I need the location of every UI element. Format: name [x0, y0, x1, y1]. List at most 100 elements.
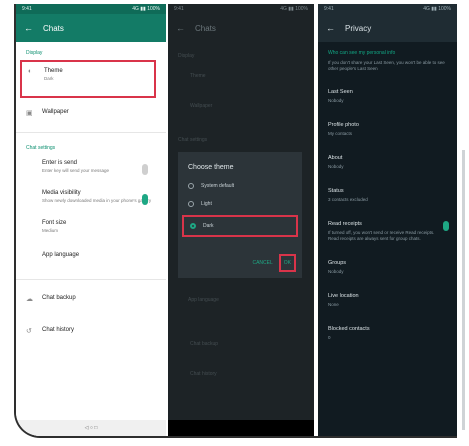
item-value: 3 contacts excluded	[328, 197, 368, 202]
chat-history-label: Chat history	[42, 327, 75, 333]
chat-backup-label: Chat backup	[42, 295, 76, 301]
radio-selected-icon	[190, 223, 196, 229]
page-title: Chats	[43, 23, 64, 33]
font-size-setting[interactable]: Font size Medium	[16, 215, 166, 239]
read-receipts-toggle[interactable]	[443, 221, 449, 231]
scrollbar[interactable]	[462, 150, 465, 430]
item-value: 0	[328, 335, 331, 340]
theme-option-dark[interactable]: Dark	[182, 215, 298, 237]
radio-icon	[188, 201, 194, 207]
cloud-icon: ☁	[26, 296, 33, 303]
dim-row: Theme	[190, 73, 206, 79]
cancel-button[interactable]: CANCEL	[252, 260, 272, 266]
theme-option-system-default[interactable]: System default	[178, 177, 302, 195]
screenshot-frame: 9:41 4G ▮▮ 100% ← Chats Display ◐ Theme …	[14, 4, 457, 438]
item-label: Live location	[328, 293, 359, 299]
section-chat-settings: Chat settings	[26, 145, 56, 151]
wallpaper-setting[interactable]: ▣ Wallpaper	[16, 104, 166, 122]
enter-is-send-label: Enter is send	[42, 160, 78, 166]
status-icons: 4G ▮▮ 100%	[280, 6, 308, 12]
navigation-bar[interactable]	[168, 420, 314, 436]
status-icons: 4G ▮▮ 100%	[132, 6, 160, 12]
privacy-item-profile-photo[interactable]: Profile photo My contacts	[318, 113, 457, 146]
status-time: 9:41	[174, 6, 184, 12]
media-visibility-desc: Show newly downloaded media in your phon…	[42, 198, 152, 203]
page-title: Privacy	[345, 23, 372, 33]
privacy-section-header: Who can see my personal info	[328, 50, 396, 56]
divider	[16, 132, 166, 133]
chat-history-setting[interactable]: ↺ Chat history	[16, 322, 166, 340]
item-label: Last Seen	[328, 89, 353, 95]
navigation-bar[interactable]: ◁ ○ □	[16, 420, 166, 436]
item-value: Nobody	[328, 98, 344, 103]
back-arrow-icon[interactable]: ←	[24, 23, 33, 33]
item-value: My contacts	[328, 131, 353, 136]
app-language-setting[interactable]: App language	[16, 247, 166, 263]
enter-is-send-desc: Enter key will send your message	[42, 168, 110, 173]
dim-row: Wallpaper	[190, 103, 213, 109]
wallpaper-label: Wallpaper	[42, 109, 69, 115]
item-label: Blocked contacts	[328, 326, 370, 332]
dim-row: App language	[188, 297, 219, 303]
privacy-item-status[interactable]: Status 3 contacts excluded	[318, 179, 457, 212]
theme-icon: ◐	[28, 68, 33, 75]
choose-theme-dialog: Choose theme System default Light Dark C…	[178, 152, 302, 278]
chats-settings-screen: 9:41 4G ▮▮ 100% ← Chats Display ◐ Theme …	[16, 4, 166, 436]
theme-label: Theme	[44, 68, 63, 74]
font-size-value: Medium	[42, 228, 59, 233]
item-label: Groups	[328, 260, 347, 266]
privacy-item-blocked-contacts[interactable]: Blocked contacts 0	[318, 317, 457, 350]
app-bar: ← Privacy	[318, 14, 457, 42]
privacy-note: If you don't share your Last Seen, you w…	[328, 60, 445, 71]
page-title: Chats	[195, 23, 216, 33]
divider	[16, 279, 166, 280]
privacy-item-groups[interactable]: Groups Nobody	[318, 251, 457, 284]
chat-backup-setting[interactable]: ☁ Chat backup	[16, 290, 166, 308]
item-label: Status	[328, 188, 344, 194]
item-label: Read receipts	[328, 221, 362, 227]
privacy-item-read-receipts[interactable]: Read receipts If turned off, you won't s…	[318, 212, 457, 251]
wallpaper-icon: ▣	[26, 110, 33, 117]
dim-row: Chat settings	[178, 137, 208, 143]
font-size-label: Font size	[42, 220, 67, 226]
enter-is-send-toggle[interactable]	[142, 164, 148, 175]
back-arrow-icon[interactable]: ←	[176, 23, 185, 33]
ok-button[interactable]: OK	[278, 254, 296, 272]
item-label: Profile photo	[328, 122, 359, 128]
theme-option-light[interactable]: Light	[178, 195, 302, 213]
item-value: Nobody	[328, 164, 344, 169]
item-label: About	[328, 155, 343, 161]
app-bar: ← Chats	[168, 14, 314, 42]
status-bar: 9:41 4G ▮▮ 100%	[168, 4, 314, 14]
privacy-screen: 9:41 4G ▮▮ 100% ← Privacy Who can see my…	[318, 4, 457, 436]
dim-row: Display	[178, 53, 195, 59]
status-icons: 4G ▮▮ 100%	[423, 6, 451, 12]
theme-value: Dark	[44, 76, 54, 81]
back-arrow-icon[interactable]: ←	[326, 23, 335, 33]
option-label: Light	[201, 201, 212, 207]
status-bar: 9:41 4G ▮▮ 100%	[318, 4, 457, 14]
dim-row: Chat backup	[190, 341, 219, 347]
history-icon: ↺	[26, 328, 32, 335]
app-language-label: App language	[42, 252, 80, 258]
option-label: System default	[201, 183, 235, 189]
item-value: If turned off, you won't send or receive…	[328, 230, 435, 241]
status-time: 9:41	[324, 6, 334, 12]
privacy-item-last-seen[interactable]: Last Seen Nobody	[318, 80, 457, 113]
theme-setting[interactable]: ◐ Theme Dark	[20, 60, 156, 98]
radio-icon	[188, 183, 194, 189]
dim-row: Chat history	[190, 371, 217, 377]
theme-dialog-screen: 9:41 4G ▮▮ 100% ← Chats Display Theme Wa…	[168, 4, 314, 436]
privacy-item-live-location[interactable]: Live location None	[318, 284, 457, 317]
option-label: Dark	[203, 223, 214, 229]
dialog-title: Choose theme	[188, 164, 234, 171]
status-time: 9:41	[22, 6, 32, 12]
item-value: Nobody	[328, 269, 344, 274]
media-visibility-setting[interactable]: Media visibility Show newly downloaded m…	[16, 185, 166, 209]
section-display: Display	[26, 50, 43, 56]
privacy-item-about[interactable]: About Nobody	[318, 146, 457, 179]
enter-is-send-setting[interactable]: Enter is send Enter key will send your m…	[16, 155, 166, 179]
media-visibility-toggle[interactable]	[142, 194, 148, 205]
media-visibility-label: Media visibility	[42, 190, 81, 196]
item-value: None	[328, 302, 339, 307]
